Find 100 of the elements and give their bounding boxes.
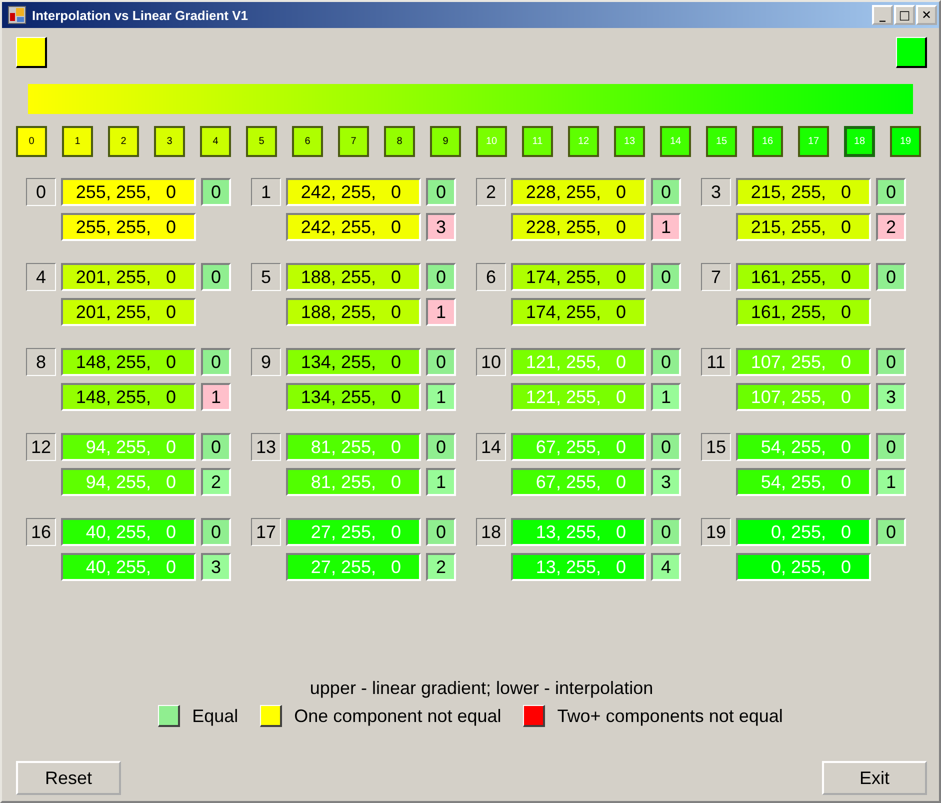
index-label: 9 — [251, 348, 281, 376]
difference-count: 1 — [651, 383, 681, 411]
difference-count: 0 — [426, 263, 456, 291]
gradient-value: 148, 255, 0 — [61, 348, 196, 376]
index-label: 4 — [26, 263, 56, 291]
color-swatch[interactable]: 2 — [108, 126, 139, 157]
index-label: 1 — [251, 178, 281, 206]
window-title: Interpolation vs Linear Gradient V1 — [32, 8, 249, 22]
interpolation-value: 188, 255, 0 — [286, 298, 421, 326]
gradient-value: 188, 255, 0 — [286, 263, 421, 291]
interpolation-value: 27, 255, 0 — [286, 553, 421, 581]
difference-count: 0 — [426, 348, 456, 376]
interpolation-value: 94, 255, 0 — [61, 468, 196, 496]
gradient-value: 81, 255, 0 — [286, 433, 421, 461]
difference-count: 0 — [651, 348, 681, 376]
gradient-value: 161, 255, 0 — [736, 263, 871, 291]
window-control-button[interactable]: □ — [894, 5, 915, 25]
gradient-value: 54, 255, 0 — [736, 433, 871, 461]
interpolation-value: 107, 255, 0 — [736, 383, 871, 411]
index-label: 2 — [476, 178, 506, 206]
interpolation-value: 13, 255, 0 — [511, 553, 646, 581]
interpolation-value: 161, 255, 0 — [736, 298, 871, 326]
start-color-swatch[interactable] — [16, 37, 47, 68]
difference-count: 0 — [201, 178, 231, 206]
end-color-swatch[interactable] — [896, 37, 927, 68]
difference-count: 0 — [651, 263, 681, 291]
gradient-value: 121, 255, 0 — [511, 348, 646, 376]
difference-count: 0 — [201, 348, 231, 376]
gradient-value: 107, 255, 0 — [736, 348, 871, 376]
interpolation-value: 40, 255, 0 — [61, 553, 196, 581]
color-swatch[interactable]: 9 — [430, 126, 461, 157]
difference-count: 0 — [651, 178, 681, 206]
gradient-value: 134, 255, 0 — [286, 348, 421, 376]
gradient-value: 201, 255, 0 — [61, 263, 196, 291]
index-label: 18 — [476, 518, 506, 546]
index-label: 14 — [476, 433, 506, 461]
gradient-value: 242, 255, 0 — [286, 178, 421, 206]
difference-count: 0 — [876, 518, 906, 546]
gradient-value: 215, 255, 0 — [736, 178, 871, 206]
difference-count: 0 — [201, 518, 231, 546]
color-swatch[interactable]: 3 — [154, 126, 185, 157]
difference-count: 2 — [426, 553, 456, 581]
interpolation-value: 228, 255, 0 — [511, 213, 646, 241]
window-control-button[interactable]: ✕ — [916, 5, 937, 25]
gradient-value: 40, 255, 0 — [61, 518, 196, 546]
color-swatch[interactable]: 1 — [62, 126, 93, 157]
color-swatch[interactable]: 7 — [338, 126, 369, 157]
gradient-value: 13, 255, 0 — [511, 518, 646, 546]
interpolation-value: 54, 255, 0 — [736, 468, 871, 496]
difference-count: 2 — [201, 468, 231, 496]
difference-count: 0 — [426, 433, 456, 461]
difference-count: 0 — [426, 518, 456, 546]
difference-count: 0 — [651, 433, 681, 461]
difference-count: 3 — [201, 553, 231, 581]
index-label: 7 — [701, 263, 731, 291]
difference-count: 0 — [876, 348, 906, 376]
difference-count: 1 — [426, 383, 456, 411]
gradient-value: 67, 255, 0 — [511, 433, 646, 461]
index-label: 5 — [251, 263, 281, 291]
interpolation-value: 121, 255, 0 — [511, 383, 646, 411]
difference-count: 1 — [426, 468, 456, 496]
difference-count: 1 — [651, 213, 681, 241]
index-label: 13 — [251, 433, 281, 461]
index-label: 19 — [701, 518, 731, 546]
difference-count: 3 — [876, 383, 906, 411]
index-label: 10 — [476, 348, 506, 376]
gradient-value: 255, 255, 0 — [61, 178, 196, 206]
legend-label: One component not equal — [294, 706, 502, 726]
gradient-value: 0, 255, 0 — [736, 518, 871, 546]
legend-label: Equal — [192, 706, 238, 726]
index-label: 3 — [701, 178, 731, 206]
caption: upper - linear gradient; lower - interpolation — [308, 678, 654, 699]
push-button[interactable]: Exit — [822, 761, 927, 795]
difference-count: 1 — [426, 298, 456, 326]
color-swatch[interactable]: 5 — [246, 126, 277, 157]
interpolation-value: 148, 255, 0 — [61, 383, 196, 411]
interpolation-value: 201, 255, 0 — [61, 298, 196, 326]
difference-count: 1 — [201, 383, 231, 411]
window-control-button[interactable]: _ — [872, 5, 893, 25]
interpolation-value: 255, 255, 0 — [61, 213, 196, 241]
difference-count: 0 — [201, 263, 231, 291]
index-label: 8 — [26, 348, 56, 376]
index-label: 0 — [26, 178, 56, 206]
index-label: 6 — [476, 263, 506, 291]
color-swatch[interactable]: 6 — [292, 126, 323, 157]
index-label: 16 — [26, 518, 56, 546]
interpolation-value: 134, 255, 0 — [286, 383, 421, 411]
color-swatch[interactable]: 0 — [16, 126, 47, 157]
difference-count: 3 — [426, 213, 456, 241]
push-button[interactable]: Reset — [16, 761, 121, 795]
color-swatch[interactable]: 4 — [200, 126, 231, 157]
interpolation-value: 0, 255, 0 — [736, 553, 871, 581]
difference-count: 2 — [876, 213, 906, 241]
gradient-value: 27, 255, 0 — [286, 518, 421, 546]
difference-count: 4 — [651, 553, 681, 581]
color-swatch[interactable]: 8 — [384, 126, 415, 157]
gradient-value: 174, 255, 0 — [511, 263, 646, 291]
difference-count: 1 — [876, 468, 906, 496]
interpolation-value: 67, 255, 0 — [511, 468, 646, 496]
difference-count: 3 — [651, 468, 681, 496]
